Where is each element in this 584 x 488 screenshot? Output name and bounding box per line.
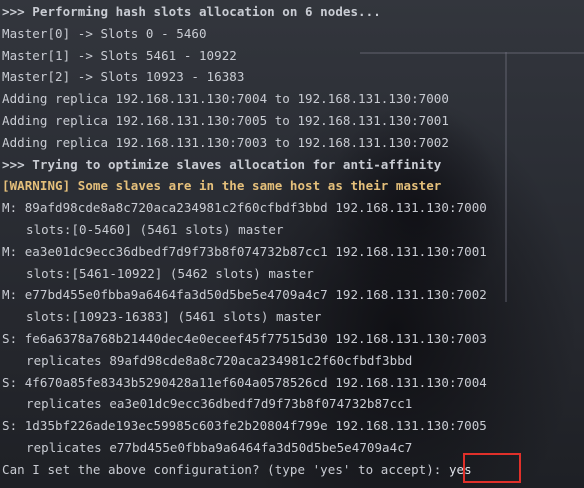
terminal-line: slots:[10923-16383] (5461 slots) master [26,309,322,325]
terminal-line: Adding replica 192.168.131.130:7004 to 1… [2,91,449,107]
terminal-line: Master[2] -> Slots 10923 - 16383 [2,69,245,85]
terminal-output[interactable]: >>> Performing hash slots allocation on … [0,0,584,488]
terminal-line: S: 1d35bf226ade193ec59985c603fe2b20804f7… [2,418,487,434]
terminal-line: Adding replica 192.168.131.130:7003 to 1… [2,134,449,150]
terminal-line: S: 4f670a85fe8343b5290428a11ef604a057852… [2,374,487,390]
terminal-line: M: e77bd455e0fbba9a6464fa3d50d5be5e4709a… [2,287,487,303]
terminal-line: replicates 89afd98cde8a8c720aca234981c2f… [26,352,413,368]
terminal-line: slots:[5461-10922] (5462 slots) master [26,265,314,281]
terminal-line: slots:[0-5460] (5461 slots) master [26,221,284,237]
terminal-line: Master[1] -> Slots 5461 - 10922 [2,47,237,63]
terminal-line: replicates ea3e01dc9ecc36dbedf7d9f73b8f0… [26,396,413,412]
terminal-line: M: ea3e01dc9ecc36dbedf7d9f73b8f074732b87… [2,243,487,259]
terminal-line: M: 89afd98cde8a8c720aca234981c2f60cfbdf3… [2,200,487,216]
warning-line: [WARNING] Some slaves are in the same ho… [2,178,442,194]
answer-highlight-box [463,453,521,483]
terminal-line: S: fe6a6378a768b21440dec4e0eceef45f77515… [2,330,487,346]
terminal-line: >>> Trying to optimize slaves allocation… [2,156,442,172]
terminal-line: Adding replica 192.168.131.130:7005 to 1… [2,112,449,128]
terminal-line: Master[0] -> Slots 0 - 5460 [2,25,207,41]
confirmation-prompt: Can I set the above configuration? (type… [2,461,449,477]
terminal-line: >>> Performing hash slots allocation on … [2,4,381,19]
